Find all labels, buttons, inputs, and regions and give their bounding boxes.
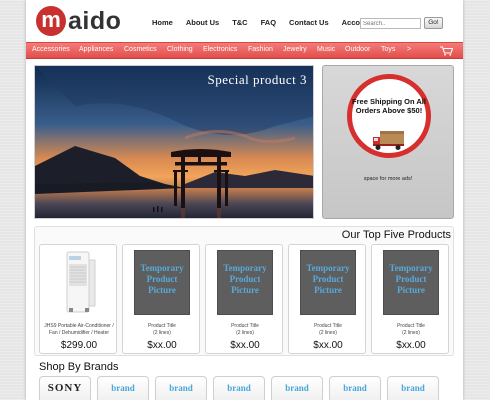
free-shipping-badge: Free Shipping On All Orders Above $50!	[347, 74, 431, 158]
product-title: Product Title (2 lines)	[148, 323, 176, 336]
category-electronics[interactable]: Electronics	[203, 46, 237, 53]
placeholder-text: Temporary Product Picture	[140, 263, 184, 295]
brand-tile[interactable]: brand	[97, 376, 149, 400]
product-title: Product Title (2 lines)	[231, 323, 259, 336]
torii-sunset-image	[35, 66, 313, 218]
delivery-truck-icon	[373, 131, 404, 150]
brand-tile[interactable]: brand	[271, 376, 323, 400]
featured-banner[interactable]: Special product 3	[34, 65, 314, 219]
brand-tile[interactable]: brand	[213, 376, 265, 400]
ad-box[interactable]: Free Shipping On All Orders Above $50! s…	[322, 65, 454, 219]
brand-label: SONY	[47, 382, 83, 394]
brands-title: Shop By Brands	[39, 361, 119, 373]
free-shipping-text: Free Shipping On All Orders Above $50!	[352, 97, 426, 115]
product-image-placeholder: Temporary Product Picture	[300, 250, 356, 315]
brand-tile[interactable]: brand	[329, 376, 381, 400]
product-title: Product Title (2 lines)	[397, 323, 425, 336]
nav-home[interactable]: Home	[152, 18, 173, 27]
product-card[interactable]: Temporary Product Picture Product Title …	[122, 244, 200, 354]
category-more-arrow[interactable]: >	[407, 46, 411, 53]
page: m aido Home About Us T&C FAQ Contact Us …	[26, 0, 463, 400]
product-price: $xx.00	[147, 340, 177, 351]
category-cosmetics[interactable]: Cosmetics	[124, 46, 157, 53]
brand-label: brand	[285, 383, 309, 393]
placeholder-text: Temporary Product Picture	[389, 263, 433, 295]
category-bar: Accessories Appliances Cosmetics Clothin…	[26, 42, 463, 59]
search-input[interactable]	[360, 18, 421, 29]
category-jewelry[interactable]: Jewelry	[283, 46, 307, 53]
air-conditioner-image	[66, 251, 96, 313]
placeholder-text: Temporary Product Picture	[223, 263, 267, 295]
product-price: $xx.00	[396, 340, 426, 351]
search-go-button[interactable]: Go!	[424, 17, 443, 29]
category-toys[interactable]: Toys	[381, 46, 395, 53]
product-title: JHS9 Portable Air-Conditioner / Fan / De…	[44, 323, 114, 336]
ad-note: space for more ads!	[363, 176, 413, 182]
nav-terms[interactable]: T&C	[232, 18, 247, 27]
nav-contact-us[interactable]: Contact Us	[289, 18, 329, 27]
nav-about-us[interactable]: About Us	[186, 18, 219, 27]
placeholder-text: Temporary Product Picture	[306, 263, 350, 295]
product-card[interactable]: JHS9 Portable Air-Conditioner / Fan / De…	[39, 244, 117, 354]
top-products-section: Our Top Five Products JHS9 Portable Air-…	[34, 226, 454, 356]
product-price: $xx.00	[313, 340, 343, 351]
brand-label: brand	[401, 383, 425, 393]
product-card[interactable]: Temporary Product Picture Product Title …	[205, 244, 283, 354]
category-music[interactable]: Music	[317, 46, 335, 53]
brand-tile[interactable]: brand	[155, 376, 207, 400]
brand-tile[interactable]: brand	[387, 376, 439, 400]
logo-text: aido	[68, 7, 122, 35]
brand-label: brand	[111, 383, 135, 393]
product-card[interactable]: Temporary Product Picture Product Title …	[371, 244, 449, 354]
category-accessories[interactable]: Accessories	[32, 46, 70, 53]
logo-mark: m	[36, 6, 66, 36]
category-clothing[interactable]: Clothing	[167, 46, 193, 53]
brand-label: brand	[343, 383, 367, 393]
product-price: $xx.00	[230, 340, 260, 351]
top-navigation: Home About Us T&C FAQ Contact Us Account	[152, 18, 385, 27]
brand-label: brand	[169, 383, 193, 393]
category-fashion[interactable]: Fashion	[248, 46, 273, 53]
product-card[interactable]: Temporary Product Picture Product Title …	[288, 244, 366, 354]
banner-caption: Special product 3	[207, 72, 307, 87]
category-outdoor[interactable]: Outdoor	[345, 46, 370, 53]
brand-label: brand	[227, 383, 251, 393]
product-price: $299.00	[60, 340, 98, 351]
category-appliances[interactable]: Appliances	[79, 46, 113, 53]
product-title: Product Title (2 lines)	[314, 323, 342, 336]
product-image-placeholder: Temporary Product Picture	[217, 250, 273, 315]
nav-faq[interactable]: FAQ	[261, 18, 276, 27]
top-products-title: Our Top Five Products	[341, 229, 451, 241]
product-image-placeholder: Temporary Product Picture	[134, 250, 190, 315]
brand-sony[interactable]: SONY	[39, 376, 91, 400]
shopping-cart-icon[interactable]	[440, 46, 453, 56]
product-image-placeholder: Temporary Product Picture	[383, 250, 439, 315]
